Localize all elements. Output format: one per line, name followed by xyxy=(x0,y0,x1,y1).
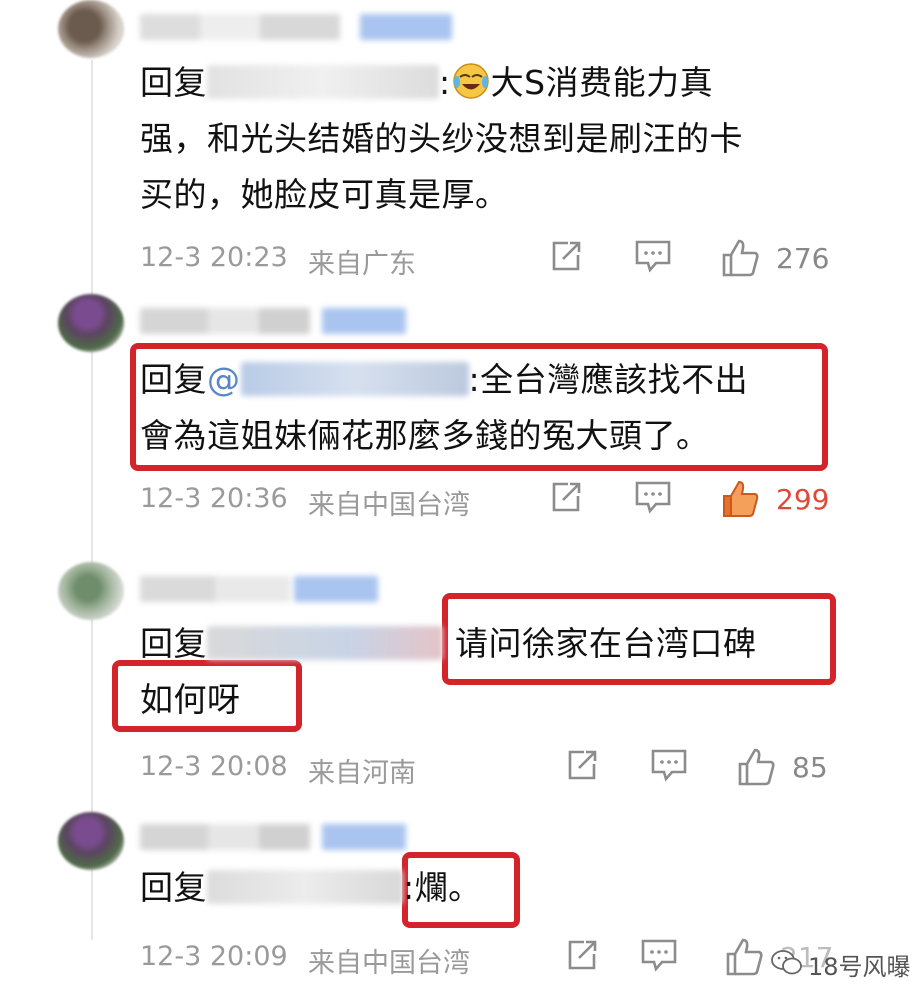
comment-icon[interactable] xyxy=(650,747,688,783)
mention-blurred[interactable] xyxy=(240,362,469,396)
avatar[interactable] xyxy=(58,562,124,620)
comment-body: :全台灣應該找不出 xyxy=(468,360,749,399)
avatar[interactable] xyxy=(58,812,124,870)
username-blurred[interactable] xyxy=(140,308,310,334)
comment-body: :爛。 xyxy=(403,868,482,907)
like-count: 276 xyxy=(776,242,830,275)
like-icon-active[interactable] xyxy=(720,479,760,519)
timestamp: 12-3 20:08 xyxy=(140,751,288,782)
share-icon[interactable] xyxy=(548,238,584,274)
comment-text: 回复 :爛。 xyxy=(140,860,640,916)
mention-blurred[interactable] xyxy=(207,65,439,99)
wechat-logo-icon xyxy=(771,950,802,975)
laughing-crying-emoji-icon xyxy=(452,63,489,99)
like-icon[interactable] xyxy=(736,747,776,787)
reply-prefix: 回复 xyxy=(140,360,207,399)
timestamp: 12-3 20:09 xyxy=(140,941,288,972)
location-source: 来自中国台湾 xyxy=(308,948,470,979)
comment-meta: 12-3 20:36 来自中国台湾 299 xyxy=(140,479,840,521)
location-source: 来自河南 xyxy=(308,758,416,789)
timestamp: 12-3 20:23 xyxy=(140,242,288,273)
share-icon[interactable] xyxy=(564,747,600,783)
username-blurred[interactable] xyxy=(140,576,290,602)
share-icon[interactable] xyxy=(548,479,584,515)
user-badge-blurred xyxy=(322,824,406,850)
timestamp: 12-3 20:36 xyxy=(140,483,288,514)
reply-prefix: 回复 xyxy=(140,868,207,907)
user-badge-blurred xyxy=(294,576,378,602)
like-count: 85 xyxy=(792,751,828,784)
mention-blurred[interactable] xyxy=(207,870,403,904)
location-source: 来自中国台湾 xyxy=(308,490,470,521)
comment-icon[interactable] xyxy=(640,937,678,973)
username-blurred[interactable] xyxy=(140,824,310,850)
thread-line xyxy=(91,60,93,940)
comment-text: 回复: 大S消费能力真 强，和光头结婚的头纱没想到是刷汪的卡 买的，她脸皮可真是厚… xyxy=(140,55,830,223)
reply-prefix: 回复 xyxy=(140,624,207,663)
comment-body-line2: 强，和光头结婚的头纱没想到是刷汪的卡 xyxy=(140,119,743,158)
comment-meta: 12-3 20:08 来自河南 85 xyxy=(140,747,840,789)
comment-body-line3: 买的，她脸皮可真是厚。 xyxy=(140,175,509,214)
user-badge-blurred xyxy=(360,14,452,40)
comment-body-line2: 會為這姐妹倆花那麼多錢的冤大頭了。 xyxy=(140,416,710,455)
mention-at[interactable]: @ xyxy=(207,360,241,399)
location-source: 来自广东 xyxy=(308,249,416,280)
comment-icon[interactable] xyxy=(634,479,672,515)
comment-meta: 12-3 20:23 来自广东 276 xyxy=(140,238,840,280)
like-icon[interactable] xyxy=(720,238,760,278)
comment-meta: 12-3 20:09 来自中国台湾 217 xyxy=(140,937,840,979)
comment-body: 请问徐家在台湾口碑 xyxy=(455,624,757,663)
share-icon[interactable] xyxy=(564,937,600,973)
comment-body-line2: 如何呀 xyxy=(140,680,241,719)
comment-text: 回复 请问徐家在台湾口碑 如何呀 xyxy=(140,616,840,728)
comment-body: 大S消费能力真 xyxy=(490,63,714,102)
reply-prefix: 回复 xyxy=(140,63,207,102)
watermark: 18号风曝 xyxy=(808,953,911,981)
user-badge-blurred xyxy=(322,308,406,334)
avatar[interactable] xyxy=(58,294,124,352)
comment-icon[interactable] xyxy=(634,238,672,274)
avatar[interactable] xyxy=(58,0,124,58)
like-icon[interactable] xyxy=(724,937,764,977)
like-count: 299 xyxy=(776,483,830,516)
comment-text: 回复@ :全台灣應該找不出 會為這姐妹倆花那麼多錢的冤大頭了。 xyxy=(140,352,820,464)
username-blurred[interactable] xyxy=(140,14,340,40)
mention-blurred[interactable] xyxy=(207,626,443,660)
